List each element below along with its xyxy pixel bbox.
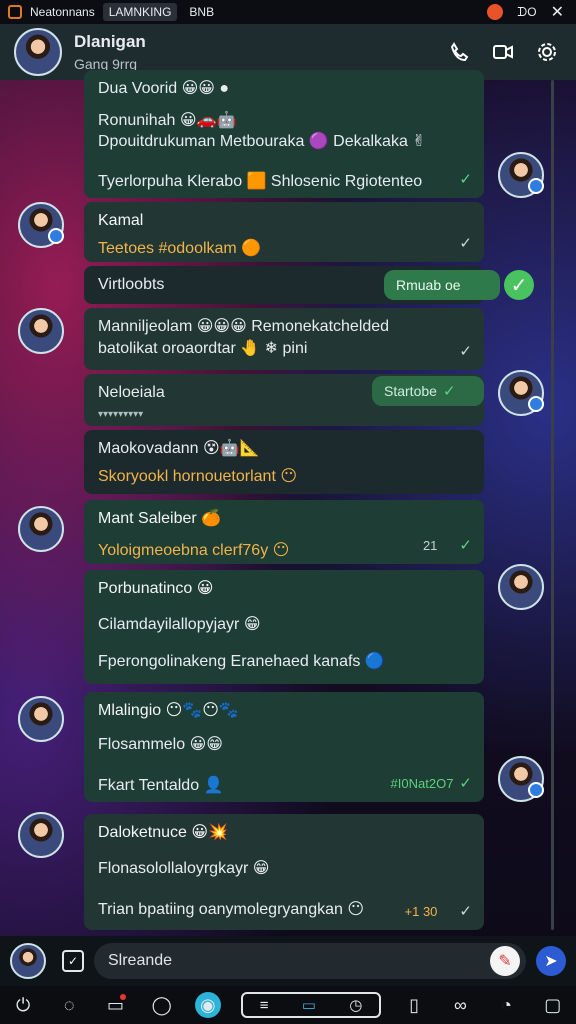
tab-active[interactable]: LAMNKING [102, 3, 178, 21]
message-line: batolikat oroaordtar 🤚 ❄ pini [98, 339, 308, 357]
reaction-pill[interactable]: Startobe ✓ [372, 376, 484, 406]
gauge-icon[interactable]: ◔ [494, 992, 520, 1018]
message-input-placeholder: Slreande [108, 952, 173, 969]
read-check-icon: ✓ [459, 170, 472, 188]
notification-icon[interactable] [487, 4, 504, 20]
message-bubble[interactable]: Mlalingio 😶🐾😶🐾 Flosammelo 😀😁 Fkart Tenta… [84, 692, 484, 802]
read-check-icon: ✓ [459, 774, 472, 792]
close-icon[interactable]: ✕ [551, 2, 564, 22]
message-text: Teetoes #odoolkam 🟠 [98, 239, 262, 257]
video-icon[interactable] [492, 41, 514, 63]
message-line: Flonasolollaloyrgkayr 😁 [98, 859, 270, 877]
message-bubble[interactable]: Daloketnuce 😀💥 Flonasolollaloyrgkayr 😁 T… [84, 814, 484, 930]
avatar[interactable] [18, 202, 64, 248]
bottom-nav: ⏻ ◌ ▭ ◯ ◉ ≡ ▭ ◷ ▯ ∞ ◔ ▢ [0, 986, 576, 1024]
message-bubble[interactable]: Mant Saleiber 🍊 Yoloigmeoebna clerf76y 😶… [84, 500, 484, 564]
read-check-icon: ✓ [442, 383, 456, 400]
call-icon[interactable] [448, 41, 470, 63]
avatar[interactable] [18, 696, 64, 742]
window-icon[interactable]: ▯ [401, 992, 427, 1018]
message-bubble[interactable]: Porbunatinco 😀 Cilamdayilallopyjayr 😁 Fp… [84, 570, 484, 684]
avatar[interactable] [498, 152, 544, 198]
message-line: Flosammelo 😀😁 [98, 735, 223, 753]
app-name: Neatonnans [30, 5, 95, 19]
scrollbar[interactable] [551, 80, 554, 930]
note-icon: ▭ [301, 997, 316, 1014]
chat-icon[interactable]: ◌ [56, 992, 82, 1018]
message-sender: Porbunatinco 😀 [98, 580, 214, 597]
inbox-icon[interactable]: ▭ [102, 992, 128, 1018]
message-line: Dpouitdrukuman Metbouraka 🟣 Dekalkaka ✌ [98, 133, 426, 151]
menu-icon: ≡ [259, 996, 269, 1014]
message-bubble[interactable]: Kamal Teetoes #odoolkam 🟠 ✓ [84, 202, 484, 262]
message-text: Yoloigmeoebna clerf76y 😶 [98, 541, 290, 559]
reaction-pill[interactable]: Rmuab oe [384, 270, 500, 300]
message-line: Manniljeolam 😀😀😀 Remonekatchelded [98, 318, 390, 335]
message-sender: Daloketnuce 😀💥 [98, 824, 228, 841]
message-line: Maokovadann 😵🤖📐 [98, 440, 260, 457]
tab-other[interactable]: BNB [183, 3, 220, 21]
app-icon[interactable]: ◉ [194, 992, 221, 1018]
send-button[interactable]: ➤ [536, 946, 566, 976]
avatar[interactable] [18, 506, 64, 552]
message-sender: Mant Saleiber 🍊 [98, 510, 222, 527]
comment-icon[interactable]: ▢ [540, 992, 566, 1018]
read-check-icon: ✓ [459, 536, 472, 554]
avatar[interactable] [498, 564, 544, 610]
message-sender: Kamal [98, 212, 144, 229]
chat-area[interactable]: Dua Voorid 😀😀 ● Ronunihah 😀🚗🤖 Dpouitdruk… [0, 70, 576, 936]
message-bubble[interactable]: Dua Voorid 😀😀 ● Ronunihah 😀🚗🤖 Dpouitdruk… [84, 70, 484, 198]
message-bubble[interactable]: Manniljeolam 😀😀😀 Remonekatchelded batoli… [84, 308, 484, 370]
pen-icon[interactable]: ✎ [490, 946, 520, 976]
avatar[interactable] [18, 308, 64, 354]
app-logo-icon [8, 5, 22, 19]
status-bar: Neatonnans LAMNKING BNB ᗪO ✕ [0, 0, 576, 24]
message-bubble[interactable]: Maokovadann 😵🤖📐 Skoryookl hornouetorlant… [84, 430, 484, 494]
message-line: Tyerlorpuha Klerabo 🟧 Shlosenic Rgiotent… [98, 172, 423, 190]
pill-label: Rmuab oe [396, 277, 461, 293]
message-time: +1 30 [404, 904, 438, 920]
my-avatar[interactable] [10, 943, 46, 979]
confirm-check-icon[interactable]: ✓ [504, 270, 534, 300]
message-input[interactable]: Slreande ✎ [94, 943, 526, 979]
window-control[interactable]: ᗪO [517, 5, 536, 20]
avatar[interactable] [498, 370, 544, 416]
avatar[interactable] [18, 812, 64, 858]
nav-search-box[interactable]: ≡ ▭ ◷ [241, 992, 382, 1018]
link-icon[interactable]: ∞ [447, 992, 473, 1018]
message-line: Fperongolinakeng Eranehaed kanafs 🔵 [98, 653, 385, 671]
composer-bar: ✓ Slreande ✎ ➤ [0, 936, 576, 986]
message-sender: Mlalingio 😶🐾😶🐾 [98, 702, 239, 719]
read-check-icon: ✓ [459, 902, 472, 920]
group-avatar[interactable] [14, 28, 62, 76]
message-line: Ronunihah 😀🚗🤖 [98, 111, 237, 129]
avatar[interactable] [498, 756, 544, 802]
settings-icon[interactable] [536, 41, 558, 63]
chat-title: Dlanigan [74, 32, 146, 51]
message-time: 21 [422, 538, 438, 554]
message-line: Dua Voorid 😀😀 ● [98, 80, 230, 97]
message-line: Skoryookl hornouetorlant 😶 [98, 467, 298, 485]
message-icon[interactable]: ◯ [149, 992, 175, 1018]
message-subtext: ▾▾▾▾▾▾▾▾▾ [98, 408, 144, 420]
pill-label: Startobe [384, 383, 437, 399]
message-line: Cilamdayilallopyjayr 😁 [98, 615, 261, 633]
read-check-icon: ✓ [459, 234, 472, 252]
message-time: #I0Nat2O7 [390, 776, 454, 792]
power-icon[interactable]: ⏻ [10, 992, 36, 1018]
read-check-icon: ✓ [459, 342, 472, 360]
clock-icon: ◷ [349, 997, 363, 1014]
attach-icon[interactable]: ✓ [62, 950, 84, 972]
